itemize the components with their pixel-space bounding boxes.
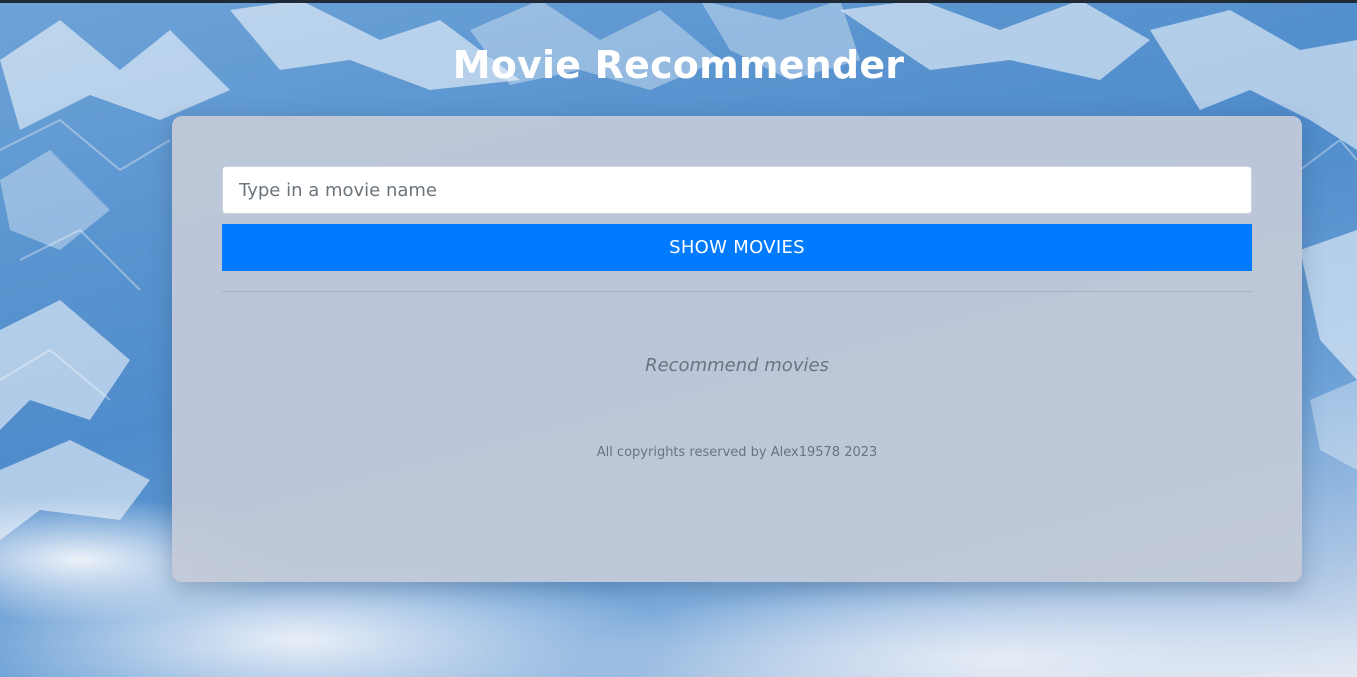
divider bbox=[222, 291, 1252, 292]
top-border bbox=[0, 0, 1357, 3]
page-title: Movie Recommender bbox=[452, 43, 905, 87]
recommend-movies-text: Recommend movies bbox=[645, 355, 829, 376]
copyright-footer: All copyrights reserved by Alex19578 202… bbox=[596, 445, 878, 460]
recommender-card: SHOW MOVIES Recommend movies All copyrig… bbox=[172, 116, 1302, 582]
show-movies-button[interactable]: SHOW MOVIES bbox=[222, 224, 1252, 271]
movie-search-input[interactable] bbox=[222, 166, 1252, 214]
